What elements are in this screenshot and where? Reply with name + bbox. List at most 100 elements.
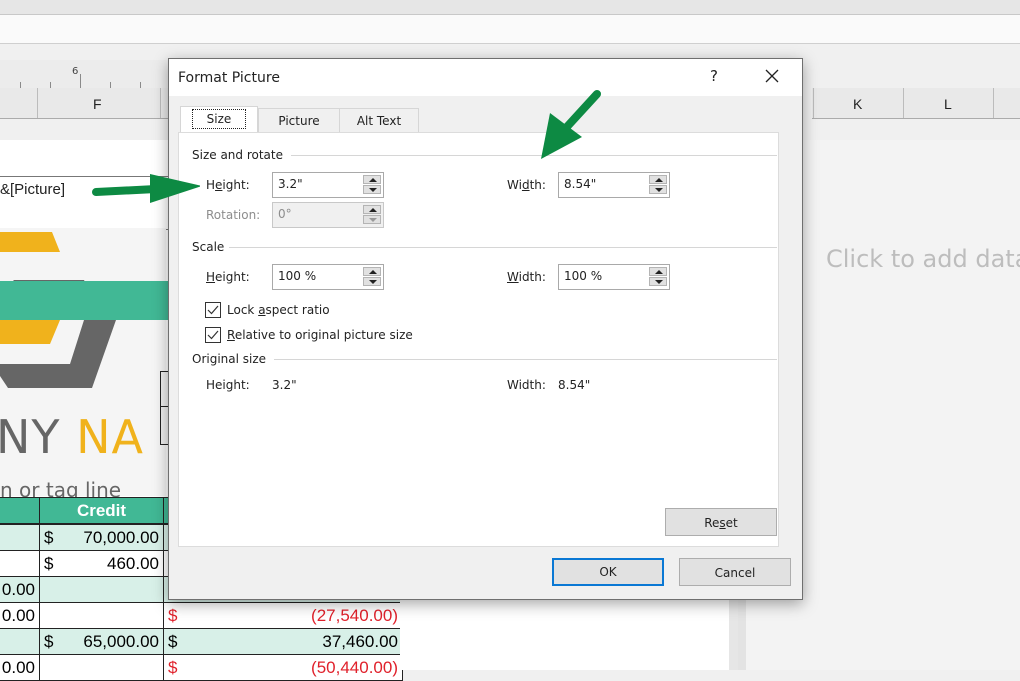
credit-cell[interactable]: [39, 602, 164, 629]
dialog-title: Format Picture: [178, 70, 280, 86]
group-divider: [229, 247, 777, 248]
size-rotate-group-label: Size and rotate: [192, 148, 283, 162]
tab-size-label: Size: [191, 109, 247, 129]
format-picture-dialog: Format Picture ? Size Picture Alt Text S…: [168, 58, 803, 600]
original-width-label: Width:: [507, 378, 546, 392]
scale-height-increment[interactable]: [363, 267, 381, 276]
original-size-group-label: Original size: [192, 352, 267, 366]
group-divider: [274, 359, 777, 360]
scale-height-decrement[interactable]: [363, 277, 381, 286]
reset-button[interactable]: Reset: [665, 508, 777, 536]
company-name-part1: NY: [0, 410, 77, 464]
balance-cell[interactable]: $ (50,440.00): [163, 654, 403, 681]
relative-original-size-label[interactable]: Relative to original picture size: [227, 328, 413, 342]
help-button[interactable]: ?: [710, 67, 718, 85]
currency-symbol: $: [44, 553, 54, 573]
rotation-decrement[interactable]: [363, 215, 381, 224]
table-row: 0.00 $ (27,540.00): [0, 602, 403, 629]
formula-bar-area: [0, 15, 1020, 44]
company-name: NY NA: [0, 410, 144, 464]
column-header-l[interactable]: L: [944, 96, 952, 112]
original-height-label: Height:: [206, 378, 250, 392]
scale-width-increment[interactable]: [649, 267, 667, 276]
credit-value: 460.00: [107, 553, 159, 573]
rotation-label: Rotation:: [206, 208, 261, 222]
credit-cell[interactable]: [39, 576, 164, 603]
page-separator: [729, 590, 738, 670]
tab-alt-text[interactable]: Alt Text: [339, 108, 419, 133]
credit-value: 70,000.00: [83, 527, 159, 547]
header-picture-code[interactable]: &[Picture]: [0, 181, 65, 198]
header-green-band: [0, 281, 168, 320]
checkmark-icon: [207, 330, 219, 340]
click-to-add-data-placeholder[interactable]: Click to add data: [826, 245, 1020, 273]
annotation-arrow-down-left-icon: [541, 90, 601, 159]
debit-cell[interactable]: [0, 628, 40, 655]
checkmark-icon: [207, 305, 219, 315]
balance-value: (50,440.00): [311, 657, 398, 677]
rotation-input[interactable]: [273, 203, 360, 225]
original-height-value: 3.2": [272, 378, 297, 392]
credit-value: 65,000.00: [83, 631, 159, 651]
close-icon: [765, 69, 779, 83]
height-decrement[interactable]: [363, 185, 381, 194]
currency-symbol: $: [168, 631, 178, 651]
credit-cell[interactable]: $460.00: [39, 550, 164, 577]
table-row: $65,000.00 $37,460.00: [0, 628, 403, 655]
table-row: 0.00 $ (50,440.00): [0, 654, 403, 681]
currency-symbol: $: [168, 657, 178, 677]
scale-width-input[interactable]: [559, 265, 646, 287]
relative-original-size-checkbox[interactable]: [205, 327, 221, 343]
column-header-f[interactable]: F: [93, 96, 102, 112]
debit-cell[interactable]: 0.00: [0, 576, 40, 603]
height-label: Height:: [206, 178, 250, 192]
column-header-k[interactable]: K: [853, 96, 862, 112]
width-label: Width:: [507, 178, 546, 192]
column-header-bar-right: K L: [812, 88, 1020, 119]
tab-picture[interactable]: Picture: [258, 108, 340, 133]
annotation-arrow-right-icon: [92, 174, 200, 203]
scale-width-label: Width:: [507, 270, 546, 284]
height-input[interactable]: [273, 173, 360, 195]
debit-cell[interactable]: 0.00: [0, 654, 40, 681]
width-input[interactable]: [559, 173, 646, 195]
cell-divider: [160, 406, 168, 407]
scale-height-spinner: [272, 264, 384, 290]
width-decrement[interactable]: [649, 185, 667, 194]
balance-cell[interactable]: $ (27,540.00): [163, 602, 403, 629]
balance-value: (27,540.00): [311, 605, 398, 625]
balance-value: 37,460.00: [322, 631, 398, 651]
currency-symbol: $: [44, 631, 54, 651]
header-cell[interactable]: [0, 497, 40, 524]
scale-width-decrement[interactable]: [649, 277, 667, 286]
header-cell-credit[interactable]: Credit: [39, 497, 164, 524]
cancel-button[interactable]: Cancel: [679, 558, 791, 586]
horizontal-ruler: [0, 60, 170, 88]
height-spinner: [272, 172, 384, 198]
debit-cell[interactable]: 0.00: [0, 602, 40, 629]
original-width-value: 8.54": [558, 378, 591, 392]
height-increment[interactable]: [363, 175, 381, 184]
lock-aspect-ratio-label[interactable]: Lock aspect ratio: [227, 303, 330, 317]
column-header-bar-left: F: [0, 88, 168, 119]
tab-size[interactable]: Size: [180, 106, 258, 134]
rotation-spinner: [272, 202, 384, 228]
credit-cell[interactable]: $65,000.00: [39, 628, 164, 655]
credit-cell[interactable]: $70,000.00: [39, 524, 164, 551]
currency-symbol: $: [168, 605, 178, 625]
window-top-bar: [0, 0, 1020, 15]
rotation-increment[interactable]: [363, 205, 381, 214]
credit-cell[interactable]: [39, 654, 164, 681]
width-spinner: [558, 172, 670, 198]
debit-cell[interactable]: [0, 550, 40, 577]
scale-group-label: Scale: [192, 240, 225, 254]
balance-cell[interactable]: $37,460.00: [163, 628, 403, 655]
width-increment[interactable]: [649, 175, 667, 184]
company-name-part2: NA: [76, 410, 145, 464]
debit-cell[interactable]: [0, 524, 40, 551]
size-tab-panel: Size and rotate Height: Rotation: Width:…: [178, 132, 779, 547]
ok-button[interactable]: OK: [552, 558, 664, 586]
close-button[interactable]: [763, 67, 781, 85]
lock-aspect-ratio-checkbox[interactable]: [205, 302, 221, 318]
scale-height-input[interactable]: [273, 265, 360, 287]
